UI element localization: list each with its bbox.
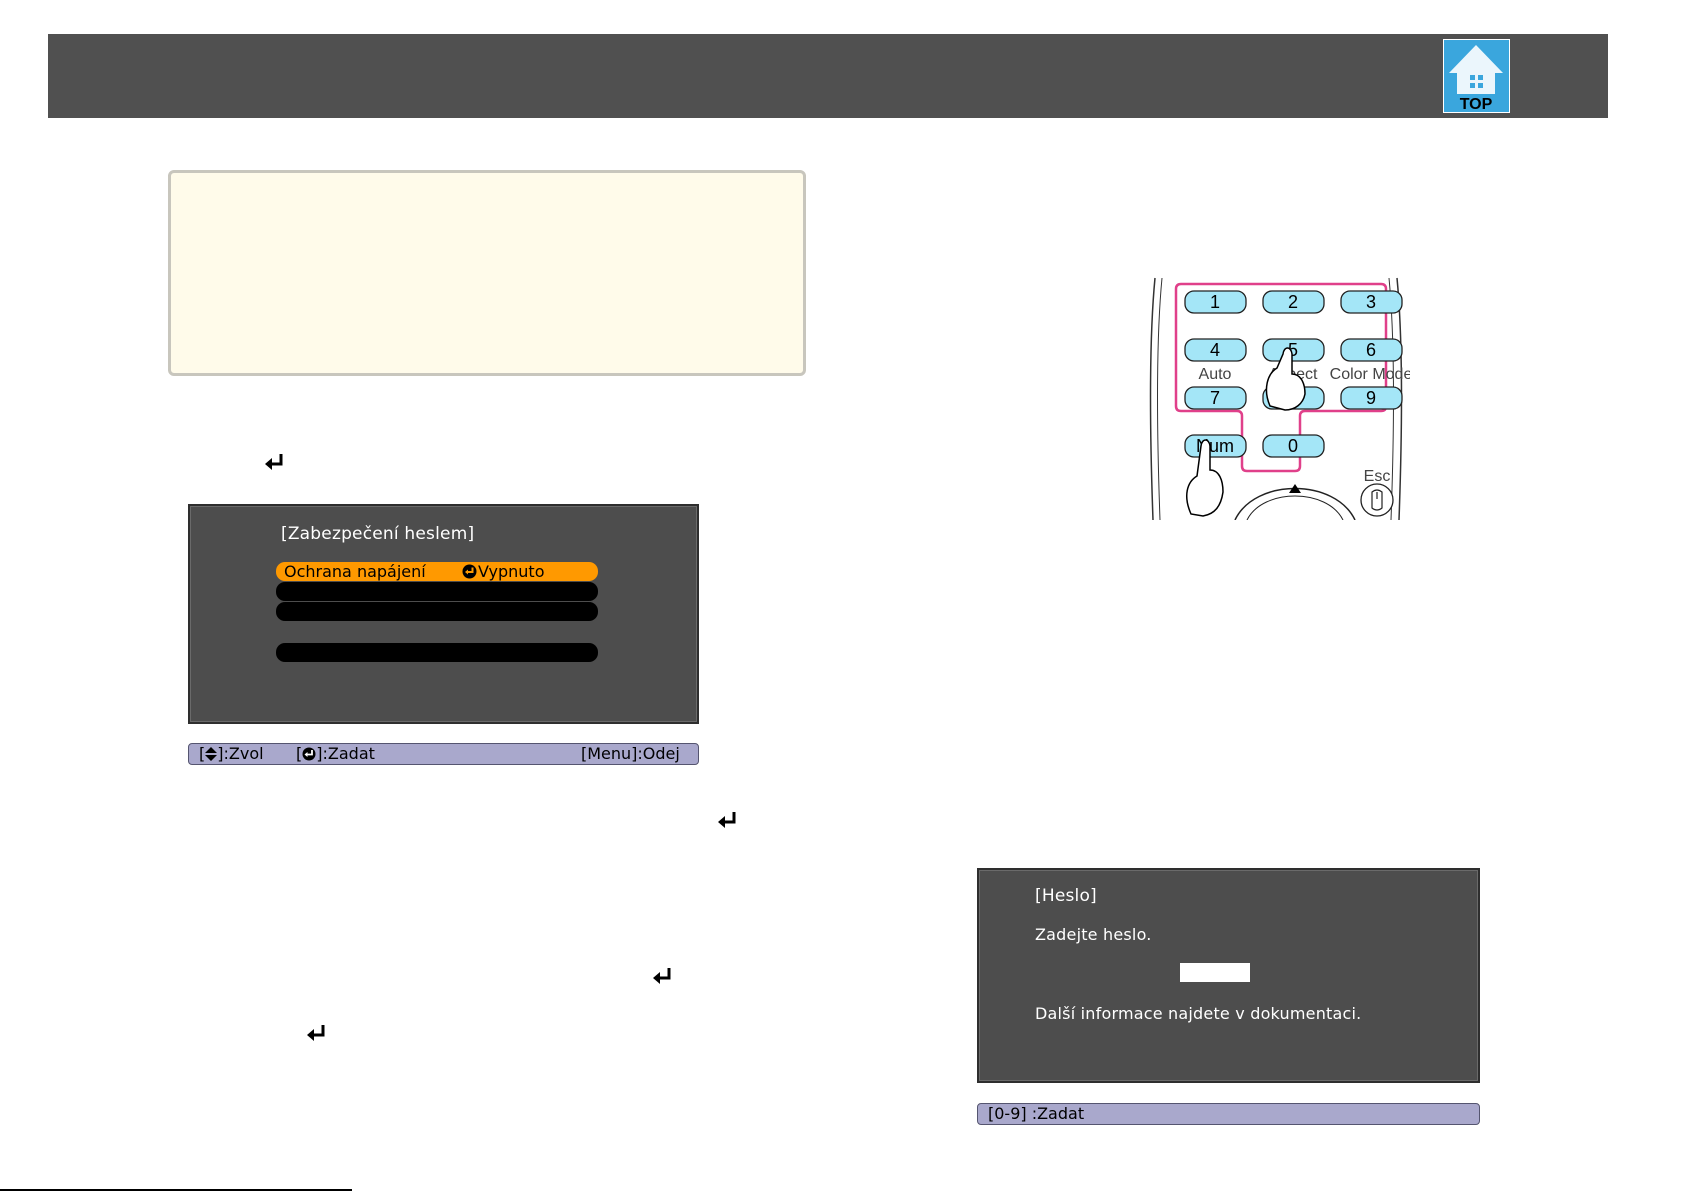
enter-key-icon	[653, 968, 671, 984]
dialog-info: Další informace najdete v dokumentaci.	[1035, 1004, 1362, 1023]
menu-row-password[interactable]: Heslo	[276, 643, 598, 662]
help-enter: []:Zadat	[296, 744, 375, 763]
enter-key-icon	[718, 812, 736, 828]
dialog-title: [Heslo]	[1035, 886, 1097, 906]
svg-text:TOP: TOP	[1460, 96, 1493, 113]
note-box	[168, 170, 806, 376]
help-select: []:Zvol	[199, 744, 264, 763]
row-value: Vypnuto	[478, 602, 545, 621]
enter-key-icon	[265, 454, 283, 470]
menu-row-network-protection[interactable]: Síťová ochrana Vypnuto	[276, 602, 598, 621]
remote-control-illustration: 1 2 3 4 5 6 7 8 9 Num 0 Auto Aspect Colo…	[1149, 277, 1410, 520]
dialog-help-bar: [0-9] :Zadat	[977, 1103, 1480, 1125]
enter-circle-icon	[462, 564, 477, 579]
key-1: 1	[1210, 292, 1220, 312]
top-button[interactable]: TOP	[1443, 39, 1510, 113]
row-label: Ochrana uživ. loga	[284, 582, 433, 601]
home-icon: TOP	[1443, 39, 1510, 113]
row-value: Vypnuto	[478, 562, 545, 581]
row-label: Ochrana napájení	[284, 562, 426, 581]
header-bar	[48, 34, 1608, 118]
key-0: 0	[1288, 436, 1298, 456]
row-label: Síťová ochrana	[284, 602, 405, 621]
menu-title: [Zabezpečení heslem]	[281, 524, 475, 544]
key-9: 9	[1366, 388, 1376, 408]
key-4: 4	[1210, 340, 1220, 360]
esc-button	[1360, 483, 1394, 517]
menu-row-power-protection[interactable]: Ochrana napájení Vypnuto	[276, 562, 598, 581]
key-7: 7	[1210, 388, 1220, 408]
row-value: Vypnuto	[478, 582, 545, 601]
enter-circle-icon	[302, 747, 316, 761]
up-down-arrow-icon	[205, 747, 218, 761]
help-exit: [Menu]:Odej	[581, 744, 680, 763]
help-enter-digits: [0-9] :Zadat	[988, 1104, 1085, 1123]
row-label: Heslo	[284, 643, 329, 662]
menu-help-bar: []:Zvol []:Zadat [Menu]:Odej	[188, 743, 699, 765]
dialog-prompt: Zadejte heslo.	[1035, 925, 1152, 944]
menu-row-user-logo-protection[interactable]: Ochrana uživ. loga Vypnuto	[276, 582, 598, 601]
key-6: 6	[1366, 340, 1376, 360]
label-auto: Auto	[1199, 366, 1232, 383]
label-color-mode: Color Mode	[1330, 366, 1410, 383]
key-2: 2	[1288, 292, 1298, 312]
password-input[interactable]	[1180, 963, 1250, 982]
key-3: 3	[1366, 292, 1376, 312]
enter-key-icon	[307, 1025, 325, 1041]
label-esc: Esc	[1364, 468, 1391, 485]
